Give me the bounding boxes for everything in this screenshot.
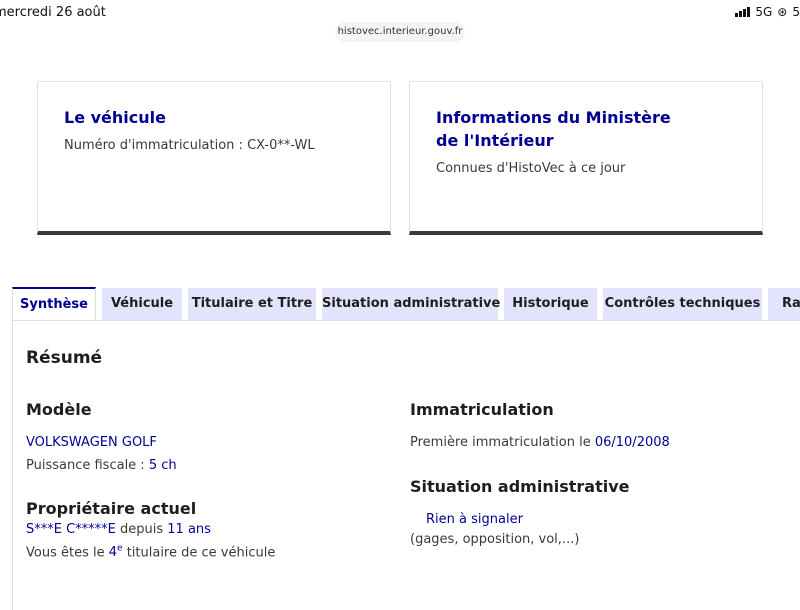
admin-status-heading: Situation administrative	[410, 477, 630, 496]
tab-historique[interactable]: Historique	[504, 288, 597, 320]
status-indicators: 5G ⊛ 5	[735, 5, 800, 19]
fiscal-power-line: Puissance fiscale : 5 ch	[26, 457, 177, 474]
owner-rank-prefix: Vous êtes le	[26, 545, 109, 561]
tab-vehicule[interactable]: Véhicule	[102, 288, 182, 320]
admin-status-value: Rien à signaler	[426, 512, 523, 527]
vehicle-card: Le véhicule Numéro d'immatriculation : C…	[37, 81, 391, 235]
summary-title: Résumé	[26, 348, 103, 368]
ministry-card-subtitle: Connues d'HistoVec à ce jour	[436, 161, 626, 176]
owner-since-value: 11 ans	[167, 522, 211, 537]
plate-value: CX-0**-WL	[247, 138, 315, 153]
address-bar[interactable]: histovec.interieur.gouv.fr	[335, 22, 465, 42]
fiscal-power-label: Puissance fiscale :	[26, 458, 149, 473]
admin-status-details: (gages, opposition, vol,...)	[410, 532, 580, 547]
owner-rank-tail: titulaire de ce véhicule	[122, 545, 276, 561]
signal-icon	[735, 7, 751, 17]
fiscal-power-value: 5 ch	[148, 458, 177, 473]
tab-rapport[interactable]: Rap	[768, 288, 800, 320]
first-registration-date: 06/10/2008	[594, 435, 670, 450]
tab-bar: Synthèse Véhicule Titulaire et Titre Sit…	[0, 287, 800, 321]
model-name: VOLKSWAGEN GOLF	[26, 435, 157, 450]
owner-rank-number: 4e	[108, 544, 123, 561]
first-registration-line: Première immatriculation le 06/10/2008	[410, 434, 670, 451]
owner-since-label: depuis	[115, 522, 168, 537]
tab-titulaire-titre[interactable]: Titulaire et Titre	[188, 288, 316, 320]
network-label: 5G	[755, 5, 773, 19]
plate-line: Numéro d'immatriculation : CX-0**-WL	[64, 137, 315, 154]
status-date: mercredi 26 août	[0, 5, 106, 20]
first-registration-label: Première immatriculation le	[410, 435, 595, 450]
registration-heading: Immatriculation	[410, 400, 554, 419]
tab-controles-techniques[interactable]: Contrôles techniques	[603, 288, 762, 320]
location-icon: ⊛	[777, 5, 788, 19]
ministry-card-title: Informations du Ministère de l'Intérieur	[436, 108, 671, 150]
owner-name: S***E C*****E	[26, 522, 116, 537]
vehicle-card-title: Le véhicule	[64, 108, 166, 127]
owner-rank-line: Vous êtes le 4e titulaire de ce véhicule	[26, 541, 275, 561]
owner-heading: Propriétaire actuel	[26, 499, 197, 518]
synthese-panel: Résumé Modèle VOLKSWAGEN GOLF Puissance …	[12, 320, 800, 610]
owner-line: S***E C*****E depuis 11 ans	[26, 521, 211, 538]
battery-label: 5	[792, 5, 800, 19]
plate-label: Numéro d'immatriculation :	[64, 138, 248, 153]
status-bar: mercredi 26 août 5G ⊛ 5	[0, 0, 800, 24]
model-heading: Modèle	[26, 400, 92, 419]
tab-situation-administrative[interactable]: Situation administrative	[322, 288, 500, 320]
owner-rank-digit: 4	[108, 545, 118, 561]
url-text: histovec.interieur.gouv.fr	[337, 26, 463, 37]
tab-synthese[interactable]: Synthèse	[12, 287, 96, 321]
ministry-card: Informations du Ministère de l'Intérieur…	[409, 81, 763, 235]
